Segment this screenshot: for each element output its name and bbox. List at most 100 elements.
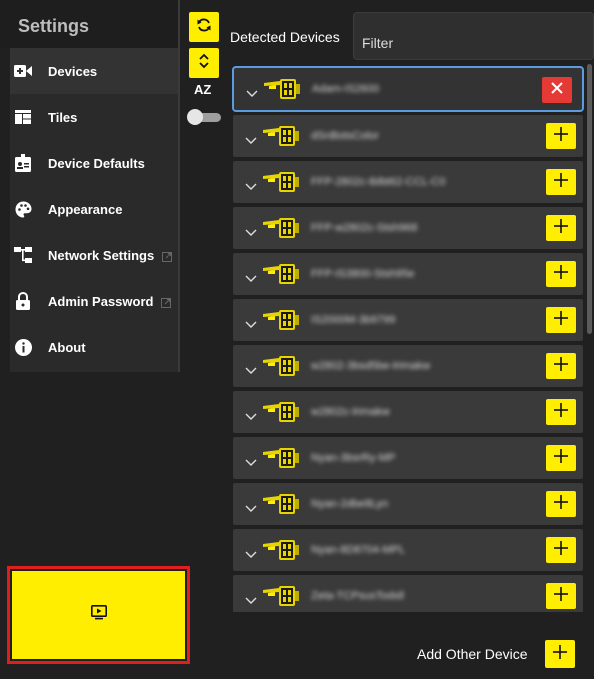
chevron-down-icon[interactable] [245,408,257,420]
chevron-down-icon[interactable] [245,132,257,144]
sidebar-title: Settings [0,0,180,48]
device-name: Nyan-3bsrRy-MP [311,452,396,464]
camera-device-icon [263,309,301,331]
filter-input[interactable] [353,12,594,60]
sort-label: AZ [194,82,212,97]
plus-icon [554,356,568,376]
detected-devices-title: Detected Devices [230,29,340,45]
device-row[interactable]: FFP-w2802c-Stsh968 [233,207,583,249]
device-row[interactable]: FFP-2802c-tblbt62-CCL-C0 [233,161,583,203]
device-row[interactable]: Nyan-2dbe8Lyn [233,483,583,525]
plus-icon [554,218,568,238]
device-name: FFP-IS3800-Stsh95e [311,268,415,280]
plus-icon [554,310,568,330]
sidebar-item-label: Device Defaults [48,155,145,171]
add-device-button[interactable] [546,169,576,195]
expand-collapse-button[interactable] [189,48,219,78]
preview-screen-icon [90,605,107,625]
chevron-down-icon[interactable] [246,85,258,97]
sort-toggle-knob [187,109,203,125]
device-row[interactable]: Nyan-3bsrRy-MP [233,437,583,479]
add-device-button[interactable] [546,537,576,563]
camera-device-icon [263,585,301,607]
plus-icon [554,494,568,514]
add-device-button[interactable] [546,445,576,471]
sidebar-item-appearance[interactable]: Appearance [10,186,180,232]
camera-device-icon [264,78,302,100]
chevron-down-icon[interactable] [245,224,257,236]
device-row[interactable]: w2802-3bsd5be-lrimakw [233,345,583,387]
add-device-button[interactable] [546,353,576,379]
device-row[interactable]: w2802c-lrimakw [233,391,583,433]
chevron-down-icon[interactable] [245,592,257,604]
device-row[interactable]: Nyan-8D8704-MPL [233,529,583,571]
camera-device-icon [263,355,301,377]
external-link-icon [161,296,172,308]
device-row[interactable]: FFP-IS3800-Stsh95e [233,253,583,295]
plus-icon [554,172,568,192]
camera-device-icon [263,217,301,239]
list-scrollbar[interactable] [587,64,592,334]
device-row[interactable]: IS2000M-3b9799 [233,299,583,341]
chevron-down-icon[interactable] [245,546,257,558]
chevron-down-icon[interactable] [245,178,257,190]
device-row[interactable]: Adam-IS2600 [232,66,584,112]
sidebar-item-network-settings[interactable]: Network Settings [10,232,180,278]
sidebar-item-admin-password[interactable]: Admin Password [10,278,180,324]
remove-device-button[interactable] [542,77,572,103]
add-device-button[interactable] [546,583,576,609]
add-device-button[interactable] [546,123,576,149]
info-icon [14,338,32,356]
network-icon [14,246,32,264]
plus-icon [554,402,568,422]
chevron-down-icon[interactable] [245,270,257,282]
chevron-down-icon[interactable] [245,362,257,374]
chevron-down-icon[interactable] [245,500,257,512]
device-row[interactable]: Zeta-TCPsusTodsll [233,575,583,612]
sidebar-divider [178,0,180,372]
device-name: w2802c-lrimakw [311,406,390,418]
device-name: Nyan-2dbe8Lyn [311,498,389,510]
add-device-button[interactable] [546,261,576,287]
add-other-device-button[interactable] [545,640,575,668]
device-name: FFP-w2802c-Stsh968 [311,222,418,234]
camera-device-icon [263,263,301,285]
preview-button[interactable] [12,571,185,659]
add-device-button[interactable] [546,307,576,333]
sidebar-item-label: Tiles [48,109,78,125]
sidebar-item-about[interactable]: About [10,324,180,370]
sidebar-item-label: About [48,339,86,355]
refresh-button[interactable] [189,12,219,42]
device-name: Zeta-TCPsusTodsll [311,590,404,602]
sidebar-item-devices[interactable]: Devices [10,48,180,94]
camera-device-icon [263,539,301,561]
plus-icon [554,126,568,146]
device-row[interactable]: dSnBotsColor [233,115,583,157]
external-link-icon [162,250,173,262]
add-other-device-label: Add Other Device [417,646,528,662]
sidebar-item-label: Appearance [48,201,123,217]
plus-icon [554,540,568,560]
chevron-down-icon[interactable] [245,454,257,466]
sidebar-item-label: Admin Password [48,293,154,309]
video-camera-icon [14,62,32,80]
palette-icon [14,200,32,218]
add-device-button[interactable] [546,491,576,517]
device-name: FFP-2802c-tblbt62-CCL-C0 [311,176,446,188]
sort-toggle[interactable] [187,109,223,125]
device-name: Adam-IS2600 [312,83,380,95]
sidebar-item-tiles[interactable]: Tiles [10,94,180,140]
device-name: w2802-3bsd5be-lrimakw [311,360,431,372]
sidebar-menu: Devices Tiles Device Defaults Appearance… [10,48,180,372]
plus-icon [554,586,568,606]
plus-icon [553,644,567,664]
sidebar-item-device-defaults[interactable]: Device Defaults [10,140,180,186]
device-name: IS2000M-3b9799 [311,314,396,326]
add-device-button[interactable] [546,215,576,241]
lock-icon [14,292,32,310]
device-list: Adam-IS2600 dSnBotsColor FFP-2802c-tblbt62… [230,64,586,612]
add-device-button[interactable] [546,399,576,425]
camera-device-icon [263,493,301,515]
chevron-down-icon[interactable] [245,316,257,328]
sidebar-item-label: Devices [48,63,98,79]
